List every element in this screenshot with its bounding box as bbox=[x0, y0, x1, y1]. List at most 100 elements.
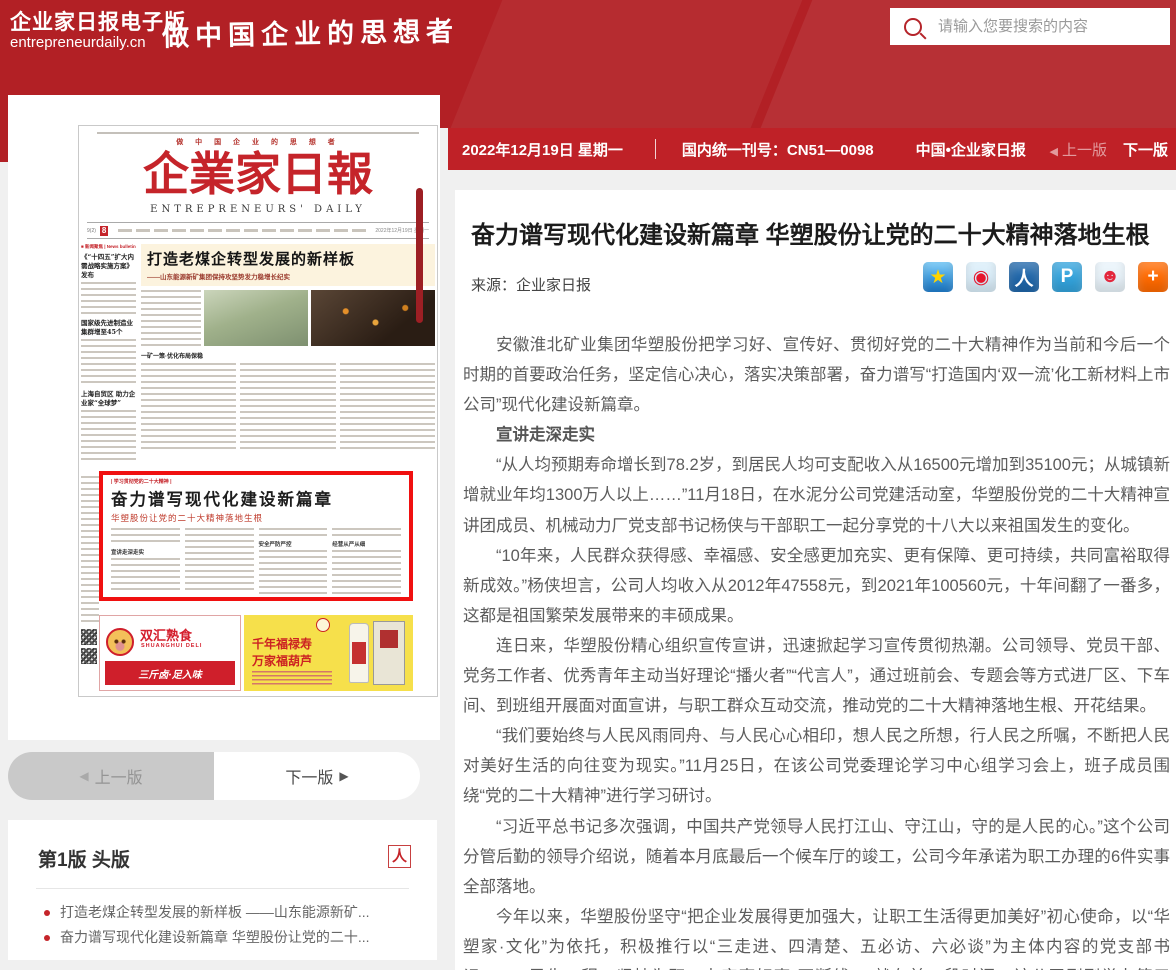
article-list-item[interactable]: 打造老煤企转型发展的新样板 ——山东能源新矿... bbox=[38, 900, 423, 925]
search-icon[interactable] bbox=[904, 18, 922, 36]
paper-name: 中国•企业家日报 bbox=[916, 139, 1026, 160]
newspaper-info-row: 9(2) 8 2022年12月19日 星期一 bbox=[87, 222, 429, 239]
search-box[interactable] bbox=[890, 8, 1170, 45]
next-page-button[interactable]: 下一版 bbox=[214, 752, 420, 800]
issue-badge: 8 bbox=[100, 226, 108, 236]
liquor-bottle bbox=[349, 623, 369, 683]
divider bbox=[36, 888, 409, 889]
newspaper-text-placeholder bbox=[81, 410, 136, 462]
more-share-icon-glyph: + bbox=[1147, 266, 1158, 288]
main-headline-block: 打造老煤企转型发展的新样板 ——山东能源新矿集团保持攻坚势发力稳增长纪实 bbox=[141, 244, 435, 286]
qr-code bbox=[81, 629, 97, 645]
newspaper-masthead-en: ENTREPRENEURS' DAILY bbox=[79, 204, 437, 215]
ad-line1: 千年福禄寿 bbox=[252, 635, 312, 652]
pig-mascot-logo bbox=[106, 628, 134, 656]
newspaper-scrollbar-thumb[interactable] bbox=[416, 188, 423, 323]
newspaper-panel: 做 中 国 企 业 的 思 想 者 企業家日報 ENTREPRENEURS' D… bbox=[8, 95, 440, 740]
issue-number: 国内统一刊号：CN51—0098 bbox=[682, 139, 874, 160]
newspaper-main-article: 打造老煤企转型发展的新样板 ——山东能源新矿集团保持攻坚势发力稳增长纪实 一矿一… bbox=[141, 244, 435, 471]
site-slogan: 做中国企业的思想者 bbox=[162, 9, 460, 53]
ad-line2: 万家福葫芦 bbox=[252, 652, 312, 669]
main-subtitle: ——山东能源新矿集团保持攻坚势发力稳增长纪实 bbox=[147, 271, 429, 281]
article-card: 奋力谱写现代化建设新篇章 华塑股份让党的二十大精神落地生根 来源：企业家日报 ★… bbox=[455, 190, 1176, 970]
next-page-link[interactable]: 下一版 bbox=[1123, 139, 1168, 160]
newspaper-text-placeholder bbox=[332, 550, 401, 594]
page-panel-title: 第1版 头版 bbox=[38, 845, 130, 872]
newspaper-text-placeholder bbox=[259, 550, 328, 594]
article-paragraph: “10年来，人民群众获得感、幸福感、安全感更加充实、更有保障、更可持续，共同富裕… bbox=[463, 541, 1170, 631]
featured-crosshead: 经营从严从细 bbox=[332, 540, 401, 548]
newspaper-text-placeholder bbox=[259, 528, 328, 538]
newspaper-text-placeholder bbox=[81, 339, 136, 387]
article-body: 安徽淮北矿业集团华塑股份把学习好、宣传好、贯彻好党的二十大精神作为当前和今后一个… bbox=[463, 330, 1170, 970]
renren-share-icon-glyph: 人 bbox=[1014, 264, 1033, 291]
prev-page-link[interactable]: 上一版 bbox=[1050, 139, 1107, 160]
featured-headline: 奋力谱写现代化建设新篇章 bbox=[111, 486, 401, 510]
featured-tag: | 学习贯彻党的二十大精神 | bbox=[111, 478, 401, 485]
liquor-box bbox=[373, 621, 405, 685]
article-paragraph: “从人均预期寿命增长到78.2岁，到居民人均可支配收入从16500元增加到351… bbox=[463, 450, 1170, 540]
article-paragraph: “我们要始终与人民风雨同舟、与人民心心相印，想人民之所想，行人民之所嘱，不断把人… bbox=[463, 721, 1170, 811]
newspaper-text-placeholder bbox=[340, 363, 435, 449]
newspaper-text-placeholder bbox=[332, 528, 401, 538]
newspaper-text-placeholder bbox=[81, 476, 99, 626]
ad-slogan: 三斤卤·足入味 bbox=[138, 666, 201, 681]
ad-title: 双汇熟食 bbox=[140, 625, 192, 644]
main-crosshead: 一矿一策·优化布局保稳 bbox=[141, 351, 435, 360]
shuanghui-ad: 双汇熟食 SHUANGHUI DELI 三斤卤·足入味 bbox=[99, 615, 241, 691]
newspaper-info-left: 9(2) bbox=[87, 228, 96, 234]
site-title: 企业家日报电子版 bbox=[10, 6, 186, 36]
newspaper-text-placeholder bbox=[240, 363, 335, 449]
news-bulletin-label: ■ 新闻聚焦 | News bulletin bbox=[81, 244, 136, 250]
issue-date: 2022年12月19日 星期一 bbox=[462, 139, 623, 160]
highlighted-article-box[interactable]: | 学习贯彻党的二十大精神 | 奋力谱写现代化建设新篇章 华塑股份让党的二十大精… bbox=[99, 471, 413, 601]
page-nav: 上一版 下一版 bbox=[8, 752, 420, 800]
qzone-share-icon[interactable]: ★ bbox=[923, 262, 953, 292]
newspaper-text-placeholder bbox=[141, 290, 201, 346]
featured-crosshead: 安全严防严控 bbox=[259, 540, 328, 548]
newspaper-top-info-placeholder bbox=[97, 132, 419, 134]
article-list: 打造老煤企转型发展的新样板 ——山东能源新矿...奋力谱写现代化建设新篇章 华塑… bbox=[38, 900, 423, 950]
newspaper-text-placeholder bbox=[111, 558, 180, 594]
newspaper-ads-row: 双汇熟食 SHUANGHUI DELI 三斤卤·足入味 千年福禄寿 万家福葫芦 bbox=[99, 615, 413, 691]
featured-crosshead: 宣讲走深走实 bbox=[111, 548, 180, 556]
newspaper-info-placeholder bbox=[118, 229, 369, 232]
main-headline: 打造老煤企转型发展的新样板 bbox=[147, 248, 429, 269]
newspaper-text-placeholder bbox=[111, 528, 180, 546]
renren-share-icon[interactable]: 人 bbox=[1009, 262, 1039, 292]
site-domain: entrepreneurdaily.cn bbox=[10, 34, 146, 51]
left-column-headline: 上海自贸区 助力企业家“全球梦” bbox=[81, 390, 136, 408]
article-paragraph: 连日来，华塑股份精心组织宣传宣讲，迅速掀起学习宣传贯彻热潮。公司领导、党员干部、… bbox=[463, 631, 1170, 721]
kaixin-share-icon[interactable]: ☻ bbox=[1095, 262, 1125, 292]
date-bar: 2022年12月19日 星期一 国内统一刊号：CN51—0098 中国•企业家日… bbox=[448, 128, 1176, 170]
header-stripe bbox=[430, 0, 811, 128]
pdf-icon[interactable]: 人 bbox=[388, 845, 411, 868]
qr-code bbox=[81, 648, 97, 664]
newspaper-page-thumbnail[interactable]: 做 中 国 企 业 的 思 想 者 企業家日報 ENTREPRENEURS' D… bbox=[78, 125, 438, 697]
ad-subtitle: SHUANGHUI DELI bbox=[141, 643, 202, 649]
more-share-icon[interactable]: + bbox=[1138, 262, 1168, 292]
weibo-share-icon-glyph: ◉ bbox=[973, 266, 990, 289]
prev-page-button[interactable]: 上一版 bbox=[8, 752, 214, 800]
ad-text-placeholder bbox=[252, 671, 332, 685]
newspaper-text-placeholder bbox=[185, 528, 254, 594]
pengyou-share-icon[interactable]: P bbox=[1052, 262, 1082, 292]
newspaper-narrow-column bbox=[81, 476, 99, 688]
article-list-item[interactable]: 奋力谱写现代化建设新篇章 华塑股份让党的二十... bbox=[38, 925, 423, 950]
liquor-brand-logo bbox=[316, 618, 330, 632]
featured-subtitle: 华塑股份让党的二十大精神落地生根 bbox=[111, 512, 401, 524]
weibo-share-icon[interactable]: ◉ bbox=[966, 262, 996, 292]
newspaper-left-column: ■ 新闻聚焦 | News bulletin 《“十四五”扩大内需战略实施方案》… bbox=[81, 244, 136, 471]
liquor-ad: 千年福禄寿 万家福葫芦 bbox=[244, 615, 413, 691]
newspaper-masthead: 企業家日報 bbox=[79, 146, 437, 202]
left-column-headline: 《“十四五”扩大内需战略实施方案》发布 bbox=[81, 253, 136, 280]
article-source: 来源：企业家日报 bbox=[471, 274, 591, 295]
article-paragraph: 安徽淮北矿业集团华塑股份把学习好、宣传好、贯彻好党的二十大精神作为当前和今后一个… bbox=[463, 330, 1170, 420]
article-subheading: 宣讲走深走实 bbox=[463, 420, 1170, 450]
search-input[interactable] bbox=[936, 17, 1170, 36]
newspaper-text-placeholder bbox=[141, 363, 236, 449]
kaixin-share-icon-glyph: ☻ bbox=[1100, 266, 1120, 288]
left-column-headline: 国家级先进制造业集群增至45个 bbox=[81, 319, 136, 337]
article-paragraph: “习近平总书记多次强调，中国共产党领导人民打江山、守江山，守的是人民的心。”这个… bbox=[463, 812, 1170, 902]
article-title: 奋力谱写现代化建设新篇章 华塑股份让党的二十大精神落地生根 bbox=[471, 220, 1163, 252]
